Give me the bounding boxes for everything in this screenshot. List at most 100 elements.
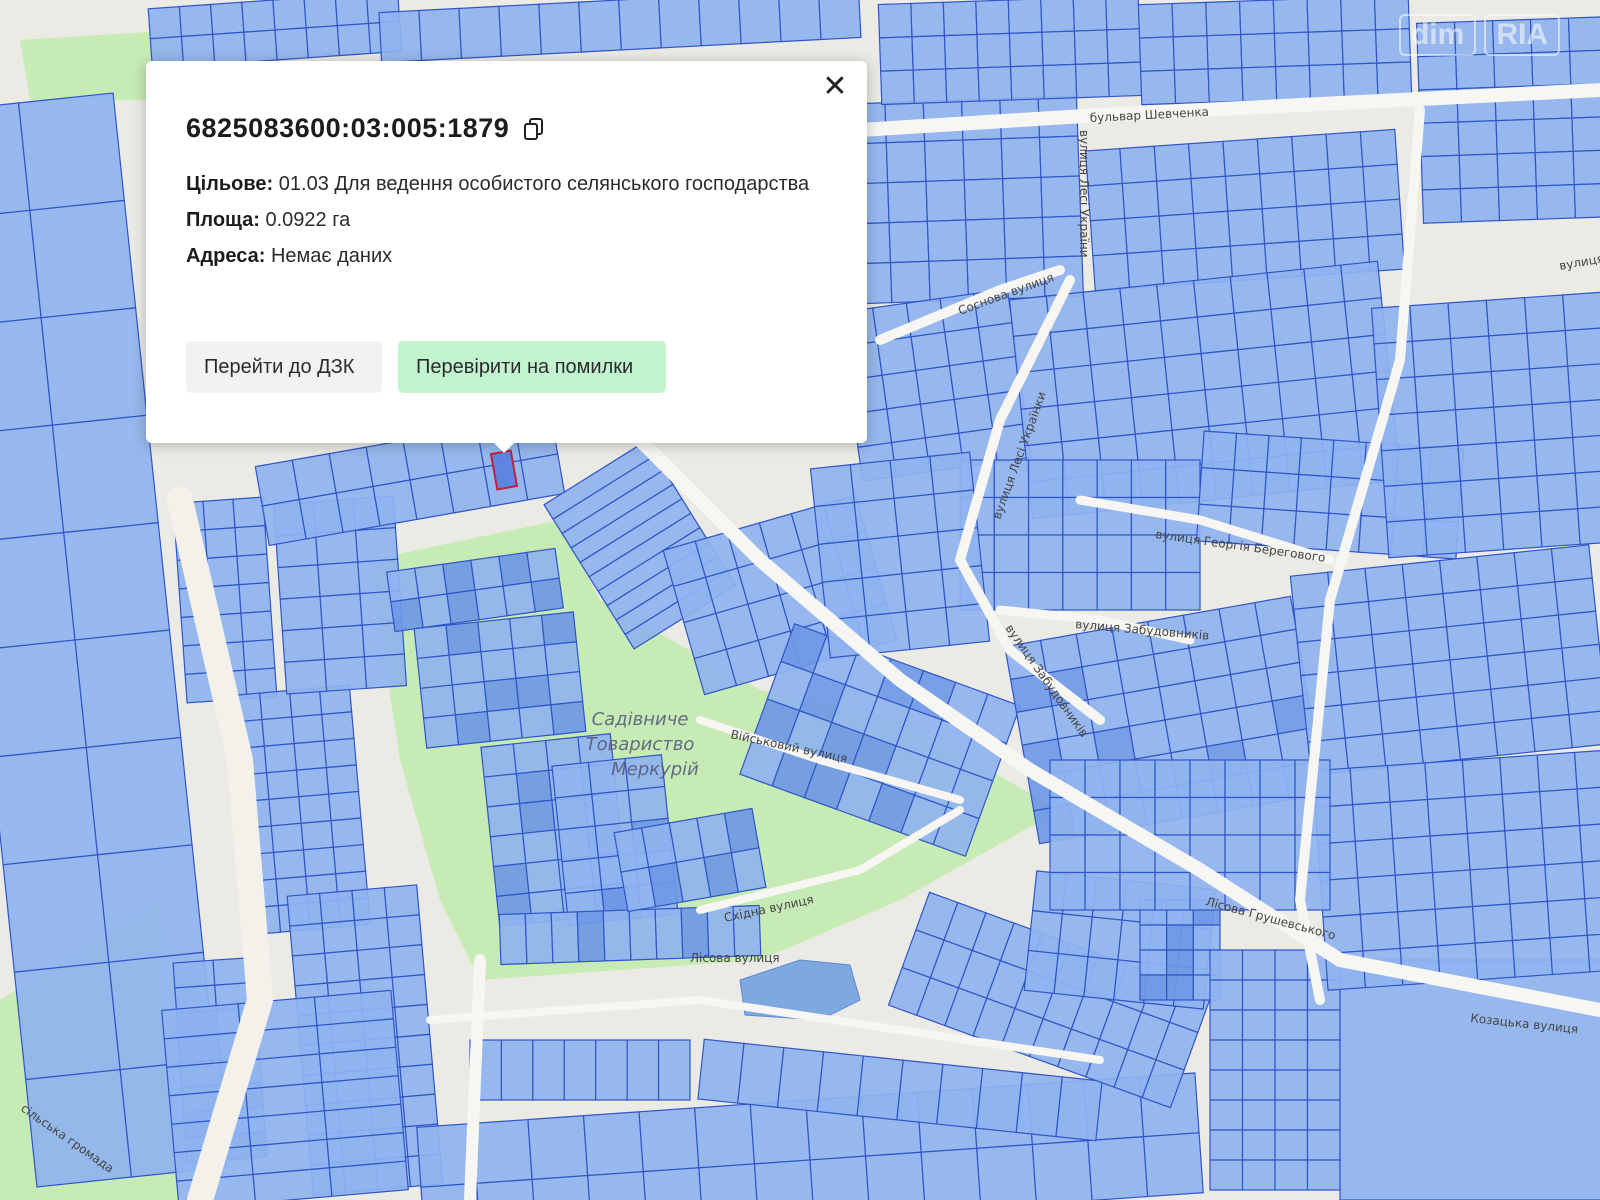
parcel[interactable] [1415, 692, 1458, 731]
parcel[interactable] [910, 1, 946, 38]
parcel[interactable] [74, 629, 182, 749]
parcel[interactable] [295, 766, 330, 798]
parcel[interactable] [578, 0, 622, 53]
parcel[interactable] [302, 846, 337, 878]
parcel[interactable] [518, 799, 556, 835]
parcel[interactable] [1158, 212, 1197, 252]
parcel[interactable] [1015, 1072, 1063, 1138]
parcel[interactable] [272, 849, 307, 880]
parcel[interactable] [993, 571, 1030, 611]
parcel[interactable] [557, 825, 600, 863]
parcel[interactable] [1531, 401, 1574, 441]
parcel[interactable] [1096, 534, 1133, 574]
parcel[interactable] [1206, 33, 1243, 70]
parcel[interactable] [1495, 439, 1538, 480]
parcel[interactable] [1488, 332, 1531, 373]
parcel[interactable] [1380, 447, 1423, 488]
parcel[interactable] [498, 3, 543, 57]
parcel[interactable] [1581, 858, 1600, 900]
parcel[interactable] [905, 606, 951, 651]
parcel[interactable] [1408, 626, 1451, 665]
parcel[interactable] [401, 1093, 439, 1128]
parcel[interactable] [1383, 483, 1426, 523]
parcel[interactable] [1153, 143, 1192, 182]
parcel[interactable] [1307, 30, 1344, 67]
parcel[interactable] [454, 710, 492, 746]
parcel[interactable] [524, 912, 554, 965]
parcel[interactable] [901, 569, 947, 613]
parcel[interactable] [1459, 477, 1502, 518]
parcel[interactable] [458, 5, 503, 59]
parcel[interactable] [1229, 667, 1273, 709]
parcel[interactable] [963, 178, 1005, 221]
parcel[interactable] [508, 614, 546, 650]
parcel[interactable] [977, 66, 1013, 102]
parcel[interactable] [1205, 0, 1242, 37]
parcel[interactable] [1093, 397, 1136, 439]
parcel[interactable] [317, 561, 361, 598]
parcel[interactable] [409, 472, 455, 521]
parcel[interactable] [396, 1033, 434, 1068]
parcel[interactable] [321, 711, 355, 742]
parcel[interactable] [1401, 559, 1444, 599]
parcel[interactable] [1156, 178, 1195, 217]
parcel[interactable] [1156, 279, 1198, 322]
parcel[interactable] [242, 638, 276, 671]
parcel[interactable] [1374, 663, 1417, 702]
parcel[interactable] [1349, 764, 1391, 806]
parcel[interactable] [1086, 324, 1129, 366]
parcel[interactable] [1303, 264, 1346, 307]
parcel[interactable] [515, 769, 553, 805]
parcel[interactable] [1504, 827, 1546, 869]
parcel[interactable] [1107, 61, 1143, 98]
parcel[interactable] [543, 641, 581, 676]
parcel[interactable] [178, 3, 214, 38]
parcel[interactable] [1209, 1129, 1244, 1161]
parcel[interactable] [29, 199, 137, 319]
parcel[interactable] [925, 179, 967, 222]
parcel[interactable] [1241, 1069, 1276, 1101]
parcel[interactable] [1486, 651, 1529, 690]
parcel[interactable] [737, 1042, 785, 1108]
parcel[interactable] [531, 1174, 593, 1200]
parcel[interactable] [1464, 793, 1506, 835]
parcel[interactable] [1509, 900, 1551, 942]
parcel[interactable] [1416, 409, 1459, 449]
parcel[interactable] [445, 621, 482, 656]
parcel[interactable] [554, 793, 596, 831]
parcel[interactable] [1546, 898, 1588, 939]
parcel[interactable] [1573, 749, 1600, 790]
parcel[interactable] [1240, 32, 1277, 69]
parcel[interactable] [1274, 1009, 1309, 1041]
parcel[interactable] [1499, 754, 1541, 795]
parcel[interactable] [1306, 1159, 1341, 1191]
parcel[interactable] [538, 1, 582, 55]
parcel[interactable] [1359, 128, 1398, 168]
parcel[interactable] [1241, 1099, 1276, 1131]
parcel[interactable] [587, 1171, 649, 1200]
parcel[interactable] [1254, 595, 1297, 637]
parcel[interactable] [474, 585, 508, 621]
parcel[interactable] [1222, 138, 1261, 177]
parcel[interactable] [576, 910, 606, 963]
parcel[interactable] [283, 658, 328, 695]
parcel[interactable] [1053, 364, 1096, 407]
parcel[interactable] [1241, 1159, 1276, 1191]
parcel[interactable] [209, 1, 245, 36]
parcel[interactable] [1584, 895, 1600, 936]
parcel[interactable] [419, 684, 457, 719]
parcel[interactable] [1166, 949, 1194, 976]
parcel[interactable] [1295, 473, 1332, 514]
parcel[interactable] [1516, 581, 1560, 620]
parcel[interactable] [1457, 442, 1500, 482]
parcel[interactable] [1224, 834, 1261, 874]
parcel[interactable] [1049, 328, 1092, 370]
parcel[interactable] [286, 892, 323, 927]
parcel[interactable] [1233, 308, 1276, 351]
parcel[interactable] [1308, 63, 1345, 100]
parcel[interactable] [1330, 600, 1373, 640]
parcel[interactable] [1241, 1129, 1276, 1161]
parcel[interactable] [817, 0, 862, 41]
parcel[interactable] [929, 451, 975, 495]
parcel[interactable] [1511, 937, 1554, 978]
